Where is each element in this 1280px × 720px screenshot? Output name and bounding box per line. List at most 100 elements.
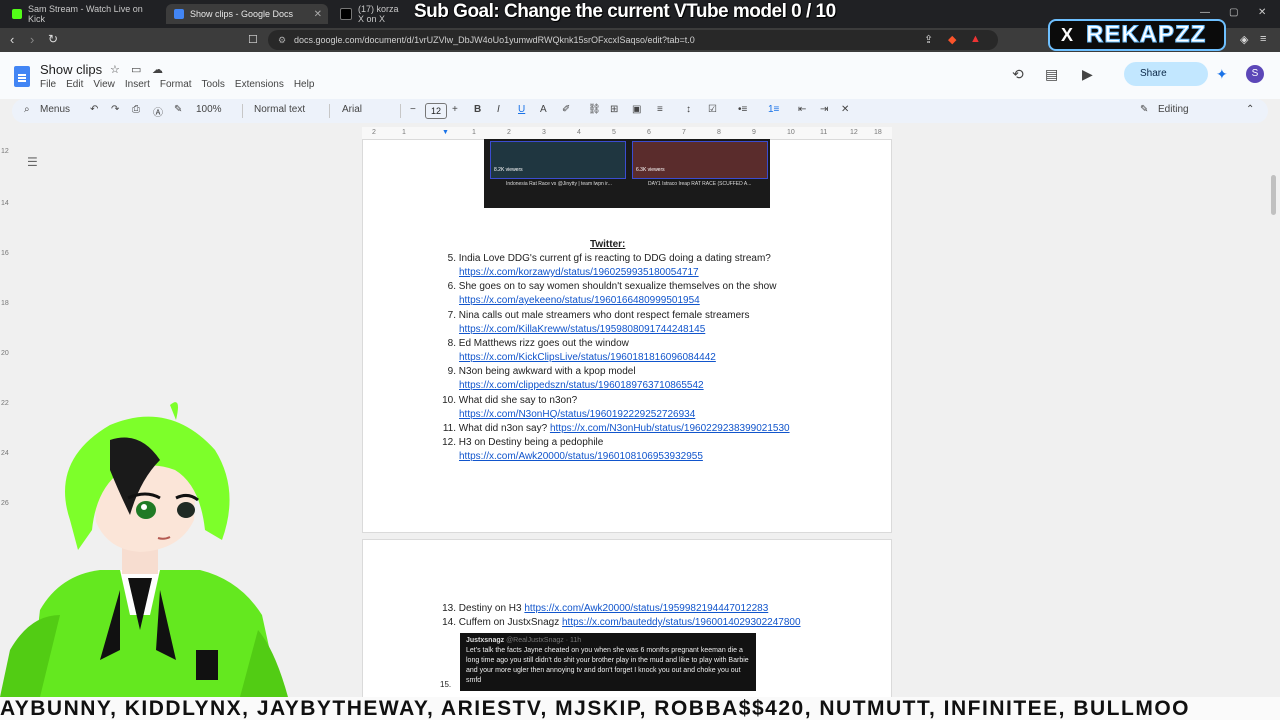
list-link[interactable]: https://x.com/clippedszn/status/19601897… — [459, 380, 704, 391]
menu-edit[interactable]: Edit — [66, 79, 83, 90]
brave-shield-icon[interactable]: ◆ — [948, 33, 956, 46]
share-label: Share — [1140, 68, 1167, 79]
editing-pencil-icon: ✎ — [1140, 104, 1149, 115]
font-select[interactable]: Arial — [342, 104, 362, 115]
paint-format-icon[interactable]: ✎ — [174, 104, 182, 115]
document-title[interactable]: Show clips — [40, 62, 102, 77]
embedded-screenshot[interactable]: 8.2K viewers 6.3K viewers Indonesia Rat … — [484, 139, 770, 208]
list-link[interactable]: https://x.com/N3onHub/status/19602292383… — [550, 423, 790, 434]
increase-font-icon[interactable]: + — [452, 104, 458, 115]
list-item: 9. N3on being awkward with a kpop model — [447, 366, 636, 377]
tab-google-docs[interactable]: Show clips - Google Docs ✕ — [166, 4, 328, 24]
numbered-list-icon[interactable]: 1≡ — [768, 104, 779, 115]
site-info-icon: ⚙ — [278, 35, 287, 45]
decrease-font-icon[interactable]: − — [410, 104, 416, 115]
spellcheck-icon[interactable]: Ⓐ — [153, 104, 163, 119]
menu-extensions[interactable]: Extensions — [235, 79, 284, 90]
list-number: 15. — [440, 680, 452, 689]
forward-icon[interactable]: › — [30, 32, 34, 47]
italic-icon[interactable]: I — [497, 104, 500, 115]
twitter-heading: Twitter: — [590, 239, 626, 250]
embedded-tweet[interactable]: Justxsnagz @RealJustxSnagz · 11h Let's t… — [460, 633, 756, 691]
font-size-field[interactable]: 12 — [425, 103, 447, 119]
history-icon[interactable]: ⟲ — [1012, 66, 1024, 83]
tab-title: Show clips - Google Docs — [190, 9, 294, 19]
tab-title: Sam Stream - Watch Live on Kick — [28, 4, 143, 24]
docs-logo-icon[interactable] — [14, 66, 30, 87]
bulleted-list-icon[interactable]: •≡ — [738, 104, 747, 115]
search-menus-icon[interactable]: ⌕ — [24, 104, 30, 115]
menu-format[interactable]: Format — [160, 79, 192, 90]
tweet-text: Let's talk the facts Jayne cheated on yo… — [466, 647, 749, 684]
url-field[interactable]: ⚙ docs.google.com/document/d/1vrUZVlw_Db… — [268, 30, 998, 50]
close-window-icon[interactable]: ✕ — [1258, 7, 1266, 18]
align-icon[interactable]: ≡ — [657, 104, 663, 115]
highlight-icon[interactable]: ✐ — [562, 104, 570, 115]
menu-file[interactable]: File — [40, 79, 56, 90]
list-item: 13. Destiny on H3 https://x.com/Awk20000… — [442, 603, 769, 614]
divider — [400, 104, 401, 118]
viewer-count: 6.3K viewers — [636, 167, 665, 173]
list-link[interactable]: https://x.com/N3onHQ/status/196019222925… — [459, 409, 695, 420]
style-select[interactable]: Normal text — [254, 104, 305, 115]
meet-icon[interactable]: ▶ — [1082, 66, 1093, 83]
undo-icon[interactable]: ↶ — [90, 104, 98, 115]
list-item: 11. What did n3on say? https://x.com/N3o… — [442, 423, 790, 434]
clear-format-icon[interactable]: ✕ — [841, 104, 849, 115]
back-icon[interactable]: ‹ — [10, 32, 14, 47]
minimize-icon[interactable]: — — [1200, 7, 1210, 18]
redo-icon[interactable]: ↷ — [111, 104, 119, 115]
list-item: 7. Nina calls out male streamers who don… — [447, 310, 750, 321]
underline-icon[interactable]: U — [518, 104, 525, 115]
share-button[interactable]: Share — [1124, 62, 1208, 86]
horizontal-ruler[interactable]: 21 ▼ 12 34 56 78 9 10 11 12 18 — [362, 127, 892, 139]
mode-select[interactable]: Editing — [1158, 104, 1189, 115]
close-tab-icon[interactable]: ✕ — [314, 9, 322, 20]
menu-tools[interactable]: Tools — [202, 79, 225, 90]
share-page-icon[interactable]: ⇪ — [924, 33, 933, 46]
text-color-icon[interactable]: A — [540, 104, 547, 115]
list-link[interactable]: https://x.com/korzawyd/status/1960259935… — [459, 267, 699, 278]
search-menus-field[interactable]: Menus — [40, 104, 70, 115]
list-item: 12. H3 on Destiny being a pedophile — [442, 437, 604, 448]
avatar[interactable]: S — [1246, 65, 1264, 83]
list-link[interactable]: https://x.com/KickClipsLive/status/19601… — [459, 352, 716, 363]
bookmark-icon[interactable]: ☐ — [248, 33, 258, 46]
list-link[interactable]: https://x.com/Awk20000/status/1960108106… — [459, 451, 703, 462]
decrease-indent-icon[interactable]: ⇤ — [798, 104, 806, 115]
stream-title: DAY1 Istraco Ireap RAT RACE (SCUFFED A..… — [648, 181, 752, 187]
checklist-icon[interactable]: ☑ — [708, 104, 717, 115]
print-icon[interactable]: ⎙ — [132, 104, 140, 115]
increase-indent-icon[interactable]: ⇥ — [820, 104, 828, 115]
zoom-select[interactable]: 100% — [196, 104, 222, 115]
menu-view[interactable]: View — [93, 79, 115, 90]
line-spacing-icon[interactable]: ↕ — [686, 104, 691, 115]
comments-icon[interactable]: ▤ — [1045, 66, 1058, 83]
comment-icon[interactable]: ⊞ — [610, 104, 618, 115]
link-icon[interactable]: ⛓ — [588, 104, 601, 115]
menu-icon[interactable]: ≡ — [1260, 33, 1266, 45]
kick-icon — [12, 9, 22, 19]
tab-x[interactable]: (17) korza X on X — [332, 4, 412, 24]
hide-menus-icon[interactable]: ⌃ — [1246, 104, 1254, 115]
maximize-icon[interactable]: ▢ — [1229, 7, 1238, 18]
document-outline-icon[interactable]: ☰ — [27, 155, 38, 169]
reload-icon[interactable]: ↻ — [48, 32, 58, 46]
image-icon[interactable]: ▣ — [632, 104, 641, 115]
move-folder-icon[interactable]: ▭ — [131, 63, 141, 76]
menu-help[interactable]: Help — [294, 79, 315, 90]
rewards-icon[interactable]: ▲ — [970, 33, 981, 45]
scrollbar-thumb[interactable] — [1271, 175, 1276, 215]
star-icon[interactable]: ☆ — [110, 63, 120, 76]
gemini-icon[interactable]: ✦ — [1216, 66, 1228, 83]
list-link[interactable]: https://x.com/bauteddy/status/1960014029… — [562, 617, 801, 628]
menu-insert[interactable]: Insert — [125, 79, 150, 90]
tab-kick[interactable]: Sam Stream - Watch Live on Kick — [4, 4, 164, 24]
list-link[interactable]: https://x.com/ayekeeno/status/1960166480… — [459, 295, 700, 306]
list-link[interactable]: https://x.com/KillaKreww/status/19598080… — [459, 324, 705, 335]
x-icon — [340, 8, 352, 20]
bold-icon[interactable]: B — [474, 104, 481, 115]
list-item: 8. Ed Matthews rizz goes out the window — [447, 338, 629, 349]
vpn-icon[interactable]: ◈ — [1240, 33, 1248, 46]
list-link[interactable]: https://x.com/Awk20000/status/1959982194… — [524, 603, 768, 614]
